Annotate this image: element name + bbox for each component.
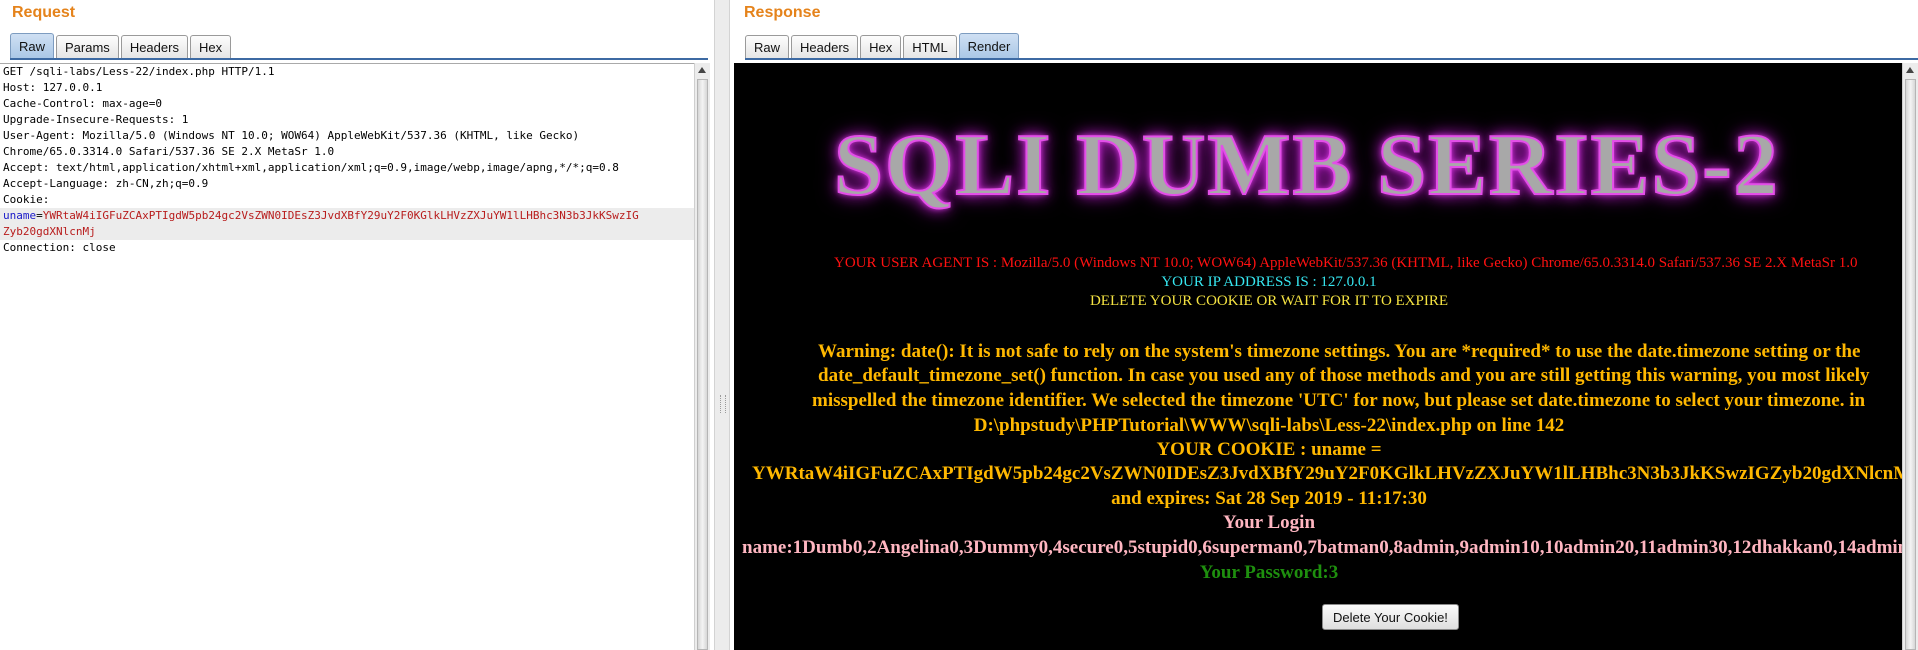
cookie-line-2: Zyb20gdXNlcnMj <box>0 224 694 240</box>
tab-raw[interactable]: Raw <box>745 35 790 59</box>
delete-cookie-button[interactable]: Delete Your Cookie! <box>1322 604 1459 630</box>
your-cookie-label: YOUR COOKIE : uname = <box>1156 439 1382 460</box>
splitter-grip-icon[interactable] <box>720 395 726 413</box>
request-editor[interactable]: GET /sqli-labs/Less-22/index.php HTTP/1.… <box>0 63 694 650</box>
header-connection: Connection: close <box>3 241 116 254</box>
header-upgrade-insecure: Upgrade-Insecure-Requests: 1 <box>3 113 189 126</box>
header-cache-control: Cache-Control: max-age=0 <box>3 97 162 110</box>
scroll-thumb[interactable] <box>697 79 708 650</box>
tab-hex[interactable]: Hex <box>189 35 232 59</box>
pane-splitter[interactable] <box>714 0 730 650</box>
login-names-text: name:1Dumb0,2Angelina0,3Dummy0,4secure0,… <box>742 537 1902 558</box>
header-host: Host: 127.0.0.1 <box>3 81 103 94</box>
cookie-param-value: YWRtaW4iIGFuZCAxPTIgdW5pb24gc2VsZWN0IDEs… <box>42 209 639 222</box>
cookie-param-value-cont: Zyb20gdXNlcnMj <box>3 225 96 238</box>
user-agent-text: YOUR USER AGENT IS : Mozilla/5.0 (Window… <box>834 255 1858 271</box>
tab-render[interactable]: Render <box>958 33 1020 59</box>
tab-raw[interactable]: Raw <box>10 33 55 59</box>
header-accept: Accept: text/html,application/xhtml+xml,… <box>3 161 619 174</box>
response-title: Response <box>744 4 821 21</box>
warning-line-4: D:\phpstudy\PHPTutorial\WWW\sqli-labs\Le… <box>973 415 1565 436</box>
header-user-agent-cont: Chrome/65.0.3314.0 Safari/537.36 SE 2.X … <box>3 145 335 158</box>
your-login-label: Your Login <box>1222 512 1316 533</box>
warning-line-2: date_default_timezone_set() function. In… <box>818 365 1870 386</box>
sqli-banner: SQLI DUMB SERIES-2 <box>833 117 1780 214</box>
request-scrollbar[interactable] <box>694 63 710 650</box>
request-line: GET /sqli-labs/Less-22/index.php HTTP/1.… <box>3 65 275 78</box>
warning-line-1: Warning: date(): It is not safe to rely … <box>818 341 1861 362</box>
tab-html[interactable]: HTML <box>903 35 957 59</box>
header-user-agent: User-Agent: Mozilla/5.0 (Windows NT 10.0… <box>3 129 580 142</box>
cookie-equals: = <box>36 209 43 222</box>
cookie-expires-text: and expires: Sat 28 Sep 2019 - 11:17:30 <box>1111 488 1427 509</box>
request-pane: Request Raw Params Headers Hex GET /sqli… <box>0 0 714 650</box>
warning-line-3: misspelled the timezone identifier. We s… <box>812 390 1866 411</box>
response-pane: Response Raw Headers Hex HTML Render SQL… <box>730 0 1918 650</box>
scroll-up-arrow-icon[interactable] <box>698 67 706 73</box>
header-accept-language: Accept-Language: zh-CN,zh;q=0.9 <box>3 177 209 190</box>
password-text: Your Password:3 <box>1199 562 1339 583</box>
tab-underline <box>745 58 1918 60</box>
scroll-thumb[interactable] <box>1905 79 1916 650</box>
response-tabs: Raw Headers Hex HTML Render <box>745 33 1021 59</box>
cookie-line-1: uname=YWRtaW4iIGFuZCAxPTIgdW5pb24gc2VsZW… <box>0 208 694 224</box>
request-tabs: Raw Params Headers Hex <box>10 33 233 59</box>
delete-cookie-notice: DELETE YOUR COOKIE OR WAIT FOR IT TO EXP… <box>1089 293 1449 309</box>
tab-headers[interactable]: Headers <box>791 35 859 59</box>
header-cookie: Cookie: <box>3 193 50 206</box>
tab-headers[interactable]: Headers <box>120 35 188 59</box>
tab-underline <box>10 58 708 60</box>
cookie-value-text: YWRtaW4iIGFuZCAxPTIgdW5pb24gc2VsZWN0IDEs… <box>752 463 1902 484</box>
tab-hex[interactable]: Hex <box>860 35 902 59</box>
response-scrollbar[interactable] <box>1902 63 1918 650</box>
render-view: SQLI DUMB SERIES-2 YOUR USER AGENT IS : … <box>734 63 1902 650</box>
tab-params[interactable]: Params <box>56 35 119 59</box>
cookie-param-name: uname <box>3 209 37 222</box>
request-title: Request <box>12 4 76 21</box>
ip-address-text: YOUR IP ADDRESS IS : 127.0.0.1 <box>1161 274 1377 290</box>
scroll-up-arrow-icon[interactable] <box>1906 67 1914 73</box>
